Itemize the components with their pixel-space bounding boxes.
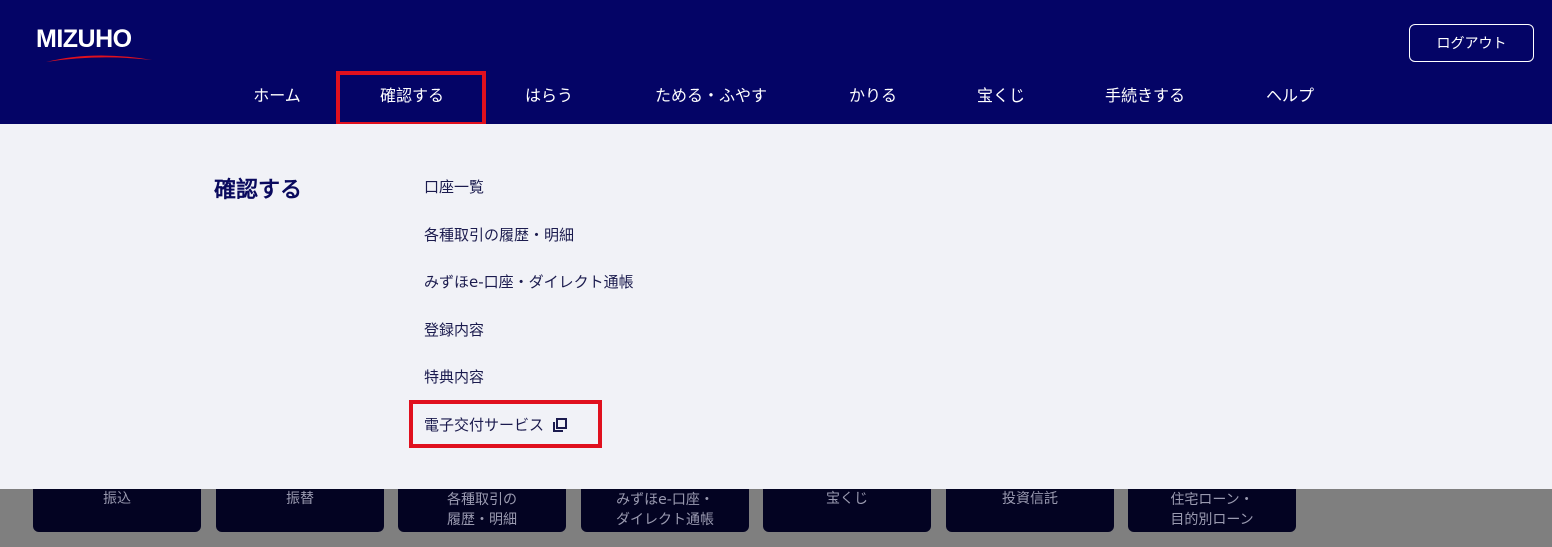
tile-label: 振替 (286, 491, 314, 507)
gnav-item-procedures[interactable]: 手続きする (1105, 72, 1185, 122)
tile-label: 振込 (103, 491, 131, 507)
external-window-icon (553, 418, 568, 432)
gnav-item-save-invest[interactable]: ためる・ふやす (655, 72, 767, 122)
tile-account-transfer[interactable]: 振替 (216, 489, 384, 532)
gnav-item-home[interactable]: ホーム (253, 72, 301, 122)
mizuho-logo[interactable]: MIZUHO (36, 24, 156, 68)
global-nav: ホーム 確認する はらう ためる・ふやす かりる 宝くじ 手続きする ヘルプ (0, 72, 1552, 122)
tile-label-line1: 住宅ローン・ (1170, 492, 1254, 508)
confirm-dropdown-panel: 確認する 口座一覧 各種取引の履歴・明細 みずほe-口座・ダイレクト通帳 登録内… (0, 124, 1552, 489)
tile-history[interactable]: 各種取引の 履歴・明細 (398, 489, 566, 532)
link-label: みずほe-口座・ダイレクト通帳 (424, 273, 634, 291)
gnav-item-pay[interactable]: はらう (525, 72, 573, 122)
tile-loans[interactable]: 住宅ローン・ 目的別ローン (1128, 489, 1296, 532)
shortcut-tiles: 振込 振替 各種取引の 履歴・明細 みずほe-口座・ ダイレクト通帳 宝くじ 投… (0, 489, 1552, 547)
tile-e-account[interactable]: みずほe-口座・ ダイレクト通帳 (581, 489, 749, 532)
tile-label-line2: ダイレクト通帳 (616, 512, 714, 528)
logo-text: MIZUHO (36, 25, 132, 53)
logout-button[interactable]: ログアウト (1409, 24, 1534, 62)
gnav-item-borrow[interactable]: かりる (849, 72, 897, 122)
link-label: 特典内容 (424, 368, 485, 386)
link-electronic-delivery[interactable]: 電子交付サービス (424, 414, 568, 436)
tile-transfer[interactable]: 振込 (33, 489, 201, 532)
dropdown-title: 確認する (214, 178, 303, 203)
gnav-item-lottery[interactable]: 宝くじ (977, 72, 1025, 122)
tile-label: 投資信託 (1002, 491, 1058, 507)
tile-label-line1: 各種取引の (447, 492, 517, 508)
link-account-list[interactable]: 口座一覧 (424, 176, 484, 198)
tile-label-line2: 目的別ローン (1170, 512, 1254, 528)
tile-label: 宝くじ (826, 491, 868, 507)
gnav-item-confirm[interactable]: 確認する (380, 72, 444, 122)
link-transaction-history[interactable]: 各種取引の履歴・明細 (424, 224, 574, 246)
tile-label-line2: 履歴・明細 (447, 512, 517, 528)
link-label: 登録内容 (424, 321, 485, 339)
global-header: MIZUHO ログアウト ホーム 確認する はらう ためる・ふやす かりる 宝く… (0, 0, 1552, 126)
tile-label-line1: みずほe-口座・ (616, 492, 714, 508)
link-e-account-passbook[interactable]: みずほe-口座・ダイレクト通帳 (424, 271, 634, 293)
logo-swoosh-icon (46, 55, 152, 62)
tile-lottery[interactable]: 宝くじ (763, 489, 931, 532)
tile-investment-trust[interactable]: 投資信託 (946, 489, 1114, 532)
link-registration-details[interactable]: 登録内容 (424, 319, 484, 341)
link-label: 口座一覧 (424, 178, 485, 196)
gnav-item-help[interactable]: ヘルプ (1266, 72, 1314, 122)
link-benefits[interactable]: 特典内容 (424, 366, 484, 388)
link-label: 各種取引の履歴・明細 (424, 226, 575, 244)
link-label: 電子交付サービス (424, 416, 545, 434)
